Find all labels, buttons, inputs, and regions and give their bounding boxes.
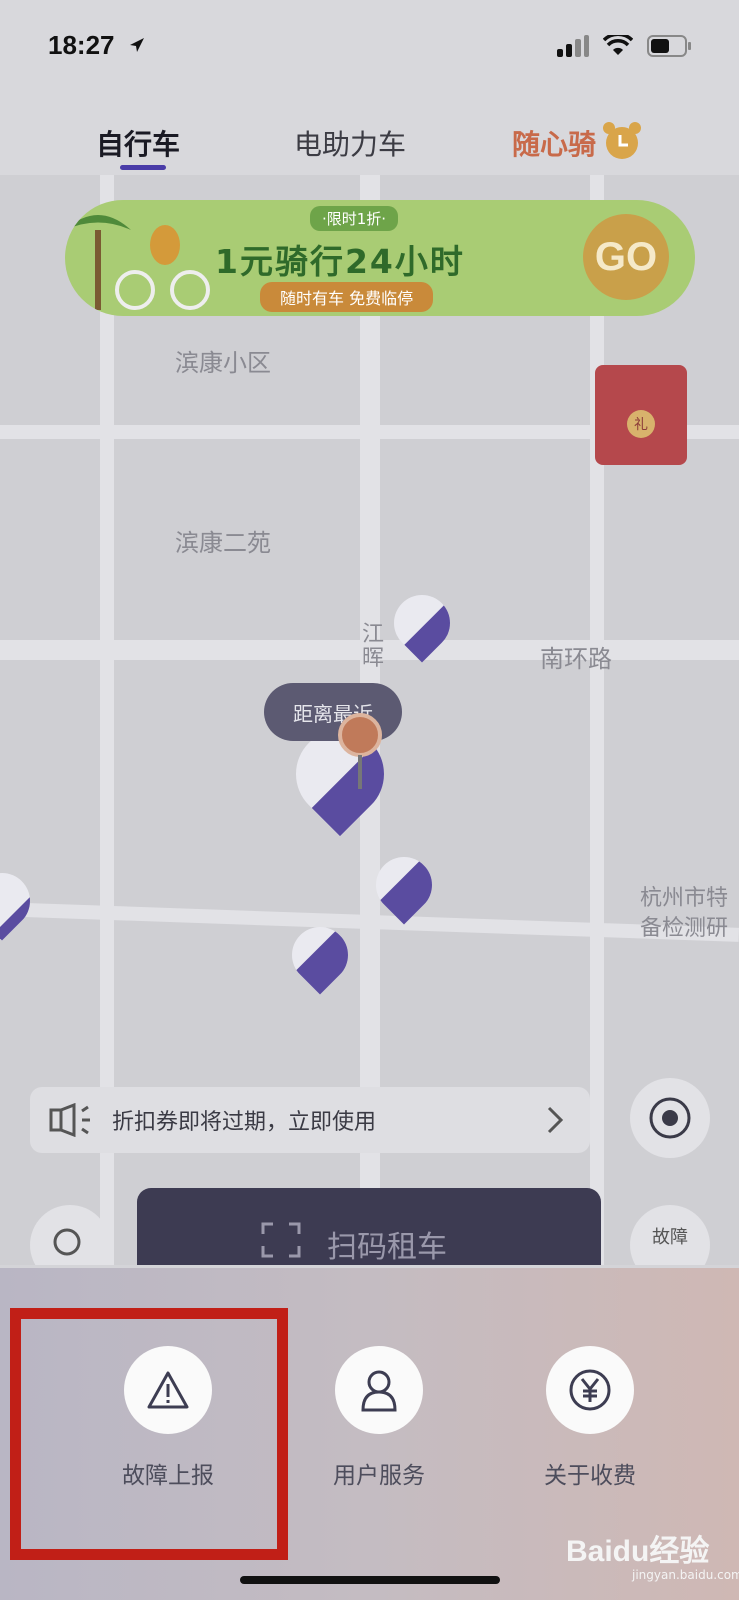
user-icon-circle (335, 1346, 423, 1434)
fault-shortcut-label: 故障 (652, 1227, 688, 1248)
action-label: 关于收费 (544, 1463, 636, 1489)
banner-subtitle: 随时有车 免费临停 (260, 282, 434, 312)
action-label: 用户服务 (333, 1463, 425, 1489)
status-icons (557, 34, 693, 58)
signal-icon (557, 35, 589, 57)
search-button[interactable] (30, 1205, 110, 1265)
banner-tag: ·限时1折· (310, 206, 399, 231)
tab-bicycle[interactable]: 自行车 (96, 123, 180, 163)
cyclist-illustration-icon (65, 215, 210, 310)
home-indicator[interactable] (240, 1576, 500, 1584)
tab-free-ride[interactable]: 随心骑 (512, 123, 596, 163)
map-view[interactable]: ·限时1折· 1元骑行24小时 随时有车 免费临停 GO 礼 滨康小区 滨康二苑… (0, 175, 739, 1265)
tab-ebike[interactable]: 电助力车 (294, 123, 406, 163)
map-label: 滨康二苑 (175, 529, 271, 557)
map-label: 江晖 (362, 622, 385, 671)
map-label: 南环路 (540, 645, 612, 673)
location-pin-icon (338, 713, 382, 757)
scan-rent-button[interactable]: 扫码租车 (137, 1188, 601, 1265)
status-bar: 18:27 (0, 0, 739, 95)
map-label: 滨康小区 (175, 349, 271, 377)
action-fault-report[interactable]: 故障上报 (98, 1346, 238, 1490)
map-label: 备检测研 (640, 916, 729, 941)
action-about-fees[interactable]: 关于收费 (520, 1346, 660, 1490)
speaker-icon (49, 1103, 90, 1137)
watermark-logo: Baidu经验 (566, 1535, 710, 1568)
yen-icon (569, 1369, 611, 1411)
user-icon (361, 1370, 397, 1412)
red-packet-symbol: 礼 (627, 410, 655, 438)
promo-banner[interactable]: ·限时1折· 1元骑行24小时 随时有车 免费临停 GO (65, 200, 695, 316)
location-pin-stick (358, 755, 362, 789)
coupon-text: 折扣券即将过期，立即使用 (112, 1110, 377, 1135)
status-time: 18:27 (48, 30, 115, 60)
warning-icon (147, 1371, 189, 1409)
wifi-icon (603, 35, 633, 55)
locate-icon (649, 1097, 691, 1139)
active-tab-indicator (120, 165, 166, 170)
map-road (590, 175, 604, 1265)
search-icon (53, 1228, 81, 1256)
watermark-url: jingyan.baidu.com (632, 1568, 739, 1582)
alarm-clock-icon (603, 122, 641, 159)
action-user-service[interactable]: 用户服务 (309, 1346, 449, 1490)
action-label: 故障上报 (122, 1463, 214, 1489)
banner-go-button[interactable]: GO (583, 214, 669, 300)
coupon-notice[interactable]: 折扣券即将过期，立即使用 (30, 1087, 590, 1153)
red-packet-icon[interactable]: 礼 (595, 365, 687, 465)
location-arrow-icon (130, 38, 144, 52)
chevron-right-icon (547, 1106, 564, 1134)
scan-icon (261, 1222, 301, 1258)
map-label: 杭州市特 (640, 886, 729, 911)
locate-button[interactable] (630, 1078, 710, 1158)
bike-marker[interactable] (0, 861, 42, 941)
scan-rent-label: 扫码租车 (327, 1230, 447, 1265)
banner-title: 1元骑行24小时 (215, 242, 465, 281)
bottom-action-sheet: 故障上报 用户服务 关于收费 Baidu经验 jingyan.baidu.com (0, 1268, 739, 1600)
fault-shortcut-button[interactable]: 故障 (630, 1205, 710, 1265)
battery-icon (647, 35, 691, 57)
warning-icon-circle (124, 1346, 212, 1434)
yen-icon-circle (546, 1346, 634, 1434)
vehicle-tabs: 自行车 电助力车 随心骑 (0, 95, 739, 175)
